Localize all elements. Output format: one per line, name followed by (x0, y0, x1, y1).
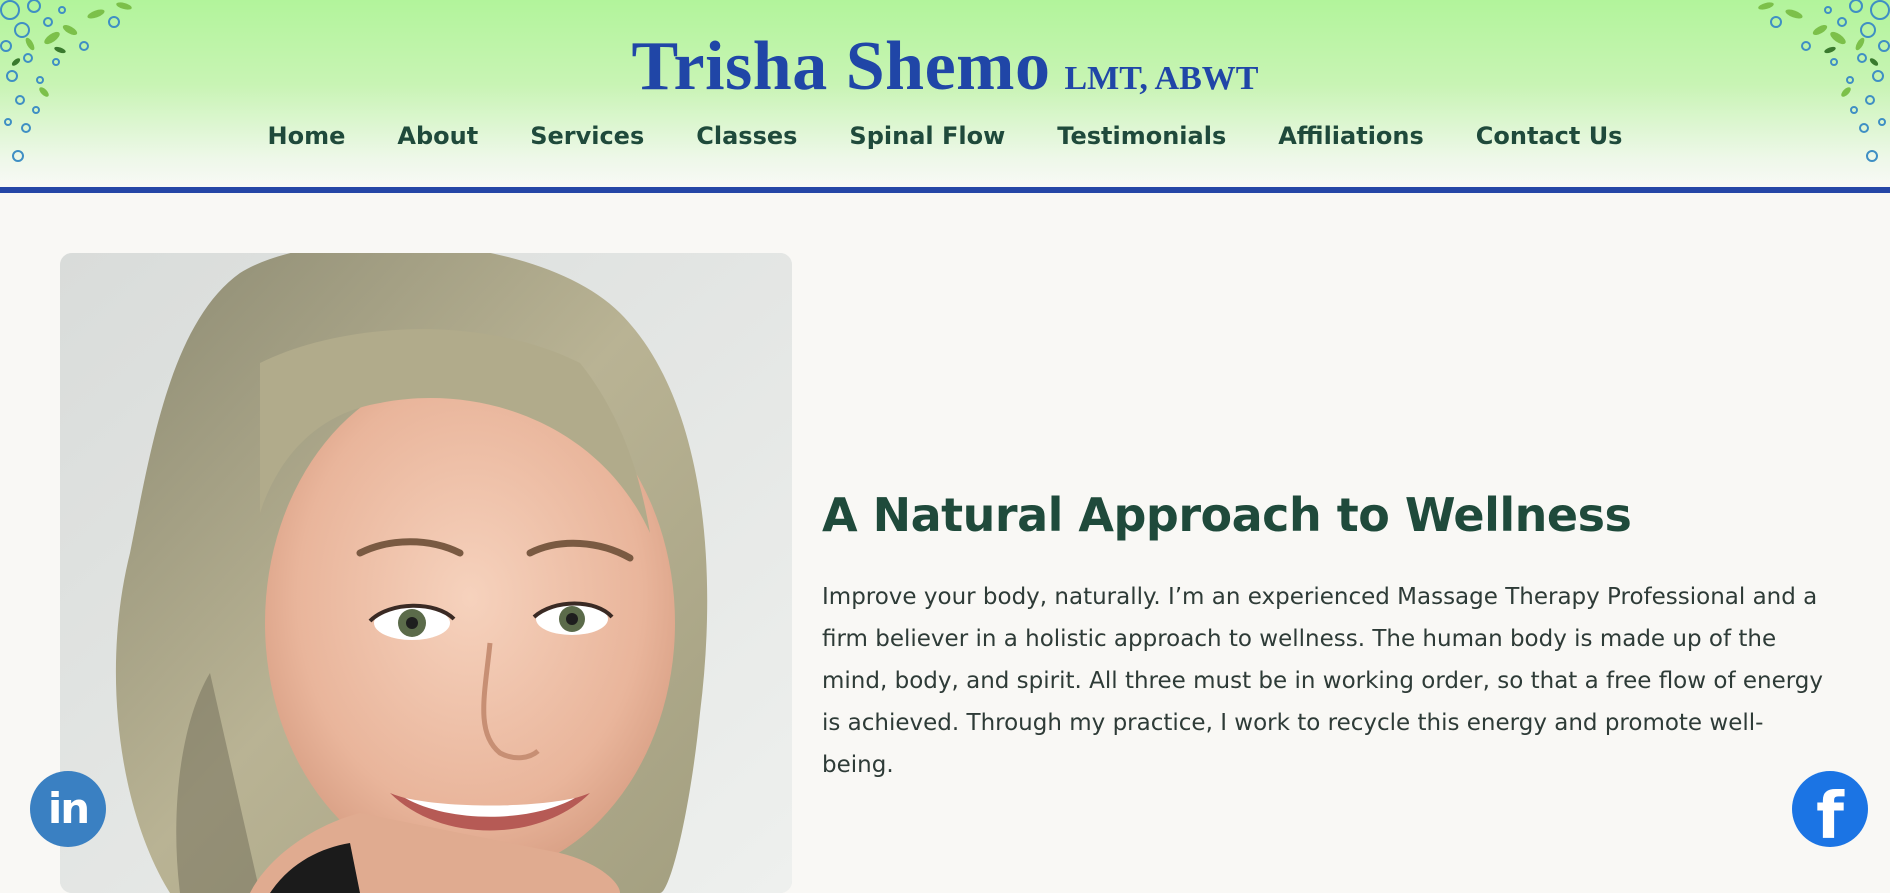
portrait-illustration (60, 253, 792, 893)
site-credentials: LMT, ABWT (1064, 60, 1259, 97)
nav-item-spinal-flow[interactable]: Spinal Flow (849, 122, 1005, 150)
nav-item-affiliations[interactable]: Affiliations (1278, 122, 1424, 150)
linkedin-icon: in (47, 784, 90, 833)
facebook-icon: f (1816, 780, 1844, 854)
hero-heading: A Natural Approach to Wellness (822, 488, 1632, 542)
nav-item-classes[interactable]: Classes (696, 122, 797, 150)
portrait-photo (60, 253, 792, 893)
nav-item-home[interactable]: Home (268, 122, 346, 150)
hero-intro-text: Improve your body, naturally. I’m an exp… (822, 584, 1823, 778)
facebook-button[interactable]: f (1792, 771, 1868, 854)
nav-item-about[interactable]: About (397, 122, 478, 150)
main-nav: Home About Services Classes Spinal Flow … (0, 122, 1890, 150)
site-title[interactable]: Trisha Shemo LMT, ABWT (0, 27, 1890, 107)
nav-item-testimonials[interactable]: Testimonials (1057, 122, 1226, 150)
site-header: Trisha Shemo LMT, ABWT Home About Service… (0, 0, 1890, 193)
site-name: Trisha Shemo (631, 28, 1051, 105)
nav-item-contact-us[interactable]: Contact Us (1476, 122, 1623, 150)
nav-item-services[interactable]: Services (530, 122, 644, 150)
linkedin-button[interactable]: in (30, 771, 106, 847)
